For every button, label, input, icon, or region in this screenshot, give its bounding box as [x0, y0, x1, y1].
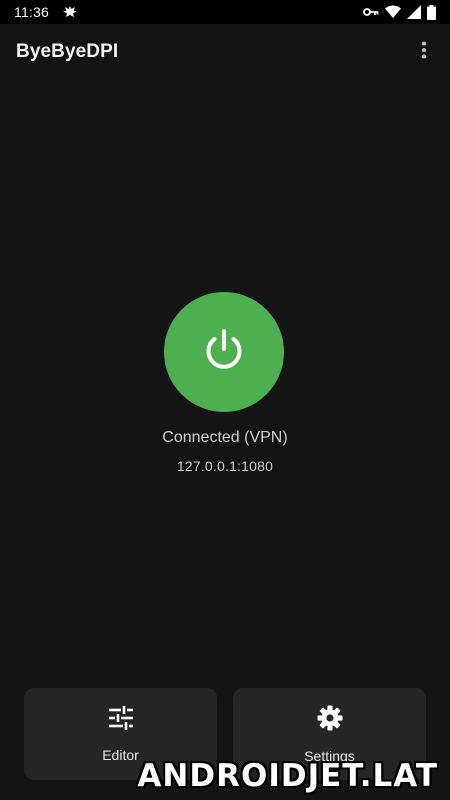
overflow-menu-button[interactable]	[404, 32, 444, 72]
status-icons	[363, 4, 436, 20]
status-time: 11:36	[14, 4, 49, 20]
app-screen: 11:36 ByeByeDPI Connected (VPN) 127.0.0.…	[0, 0, 450, 800]
battery-icon	[427, 4, 436, 20]
app-title: ByeByeDPI	[16, 41, 119, 62]
connection-status: Connected (VPN)	[162, 429, 288, 446]
proxy-address: 127.0.0.1:1080	[176, 458, 274, 474]
more-vert-icon	[421, 41, 427, 64]
notification-eagle-icon	[61, 4, 79, 20]
app-bar: ByeByeDPI	[0, 24, 450, 80]
power-toggle-button[interactable]	[164, 292, 284, 412]
editor-label: Editor	[102, 746, 139, 763]
gear-icon	[317, 705, 343, 736]
tune-icon	[108, 705, 134, 735]
power-icon	[202, 327, 246, 378]
vpn-key-icon	[363, 6, 379, 18]
watermark-text: ANDROIDJET.LAT	[137, 758, 438, 794]
wifi-icon	[385, 5, 401, 19]
signal-icon	[407, 5, 421, 19]
status-bar: 11:36	[0, 0, 450, 24]
